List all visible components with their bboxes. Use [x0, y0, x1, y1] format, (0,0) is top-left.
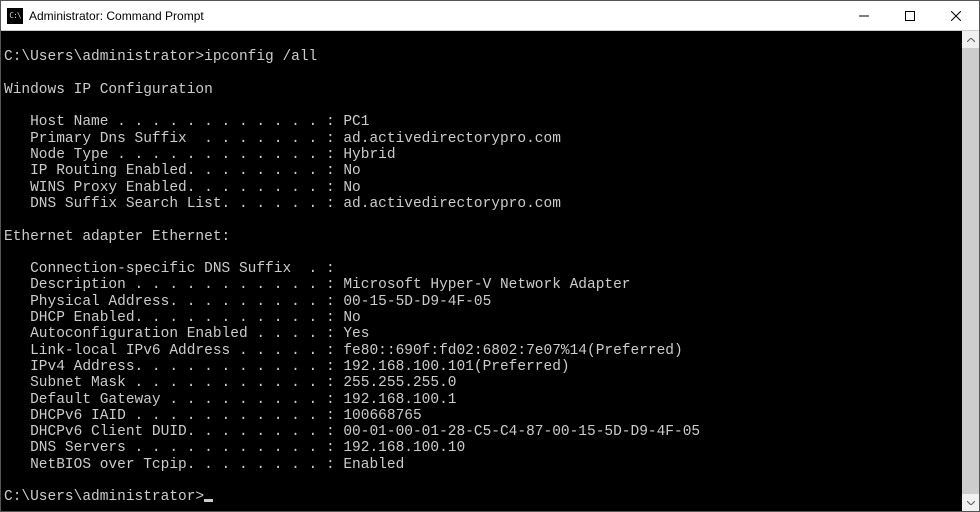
description-value: Microsoft Hyper-V Network Adapter: [343, 277, 630, 293]
cfg-line: DNS Suffix Search List. . . . . . : ad.a…: [4, 196, 561, 212]
section-header: Ethernet adapter Ethernet:: [4, 229, 230, 245]
eth-line: Subnet Mask . . . . . . . . . . . : 255.…: [4, 375, 456, 391]
eth-line: Default Gateway . . . . . . . . . : 192.…: [4, 392, 456, 408]
netbios-value: Enabled: [343, 457, 404, 473]
eth-line: Connection-specific DNS Suffix . :: [4, 261, 343, 277]
titlebar[interactable]: C:\ Administrator: Command Prompt: [1, 1, 979, 31]
minimize-icon: [859, 11, 869, 21]
eth-line: DHCPv6 Client DUID. . . . . . . . : 00-0…: [4, 424, 700, 440]
content-wrap: C:\Users\administrator>ipconfig /all Win…: [1, 31, 979, 511]
command-prompt-window: C:\ Administrator: Command Prompt C:\Use…: [0, 0, 980, 512]
eth-line: IPv4 Address. . . . . . . . . . . : 192.…: [4, 359, 570, 375]
window-title: Administrator: Command Prompt: [29, 9, 841, 23]
dhcpv6-duid-value: 00-01-00-01-28-C5-C4-87-00-15-5D-D9-4F-0…: [343, 424, 700, 440]
cfg-line: Node Type . . . . . . . . . . . . : Hybr…: [4, 147, 396, 163]
host-name-value: PC1: [343, 114, 369, 130]
link-local-ipv6-value: fe80::690f:fd02:6802:7e07%14(Preferred): [343, 343, 682, 359]
subnet-mask-value: 255.255.255.0: [343, 375, 456, 391]
ip-routing-value: No: [343, 163, 360, 179]
eth-line: DNS Servers . . . . . . . . . . . : 192.…: [4, 440, 465, 456]
eth-line: NetBIOS over Tcpip. . . . . . . . : Enab…: [4, 457, 404, 473]
section-header: Windows IP Configuration: [4, 82, 213, 98]
vertical-scrollbar[interactable]: [962, 31, 979, 511]
cfg-line: WINS Proxy Enabled. . . . . . . . : No: [4, 180, 361, 196]
scroll-up-button[interactable]: [962, 31, 979, 48]
terminal-output[interactable]: C:\Users\administrator>ipconfig /all Win…: [1, 31, 962, 511]
eth-line: Autoconfiguration Enabled . . . . : Yes: [4, 326, 369, 342]
maximize-icon: [905, 11, 915, 21]
eth-line: DHCP Enabled. . . . . . . . . . . : No: [4, 310, 361, 326]
cmd-icon: C:\: [7, 8, 23, 24]
close-icon: [951, 11, 961, 21]
scroll-down-button[interactable]: [962, 494, 979, 511]
cursor: [204, 499, 213, 502]
wins-proxy-value: No: [343, 180, 360, 196]
typed-command: ipconfig /all: [204, 49, 317, 65]
primary-dns-value: ad.activedirectorypro.com: [343, 131, 561, 147]
maximize-button[interactable]: [887, 1, 933, 30]
minimize-button[interactable]: [841, 1, 887, 30]
dhcpv6-iaid-value: 100668765: [343, 408, 421, 424]
dhcp-enabled-value: No: [343, 310, 360, 326]
prompt-path: C:\Users\administrator>: [4, 49, 204, 65]
autoconf-value: Yes: [343, 326, 369, 342]
chevron-up-icon: [967, 38, 975, 42]
node-type-value: Hybrid: [343, 147, 395, 163]
default-gateway-value: 192.168.100.1: [343, 392, 456, 408]
eth-line: Physical Address. . . . . . . . . : 00-1…: [4, 294, 491, 310]
prompt-path: C:\Users\administrator>: [4, 489, 204, 505]
eth-line: DHCPv6 IAID . . . . . . . . . . . : 1006…: [4, 408, 422, 424]
dns-servers-value: 192.168.100.10: [343, 440, 465, 456]
cfg-line: Host Name . . . . . . . . . . . . : PC1: [4, 114, 369, 130]
prompt-line[interactable]: C:\Users\administrator>: [4, 489, 213, 505]
ipv4-address-value: 192.168.100.101(Preferred): [343, 359, 569, 375]
cfg-line: Primary Dns Suffix . . . . . . . : ad.ac…: [4, 131, 561, 147]
eth-line: Description . . . . . . . . . . . : Micr…: [4, 277, 631, 293]
scroll-track[interactable]: [962, 48, 979, 494]
cfg-line: IP Routing Enabled. . . . . . . . : No: [4, 163, 361, 179]
eth-line: Link-local IPv6 Address . . . . . : fe80…: [4, 343, 683, 359]
dns-search-value: ad.activedirectorypro.com: [343, 196, 561, 212]
window-controls: [841, 1, 979, 30]
close-button[interactable]: [933, 1, 979, 30]
prompt-line: C:\Users\administrator>ipconfig /all: [4, 49, 317, 65]
physical-address-value: 00-15-5D-D9-4F-05: [343, 294, 491, 310]
chevron-down-icon: [967, 501, 975, 505]
scroll-thumb[interactable]: [962, 48, 979, 494]
